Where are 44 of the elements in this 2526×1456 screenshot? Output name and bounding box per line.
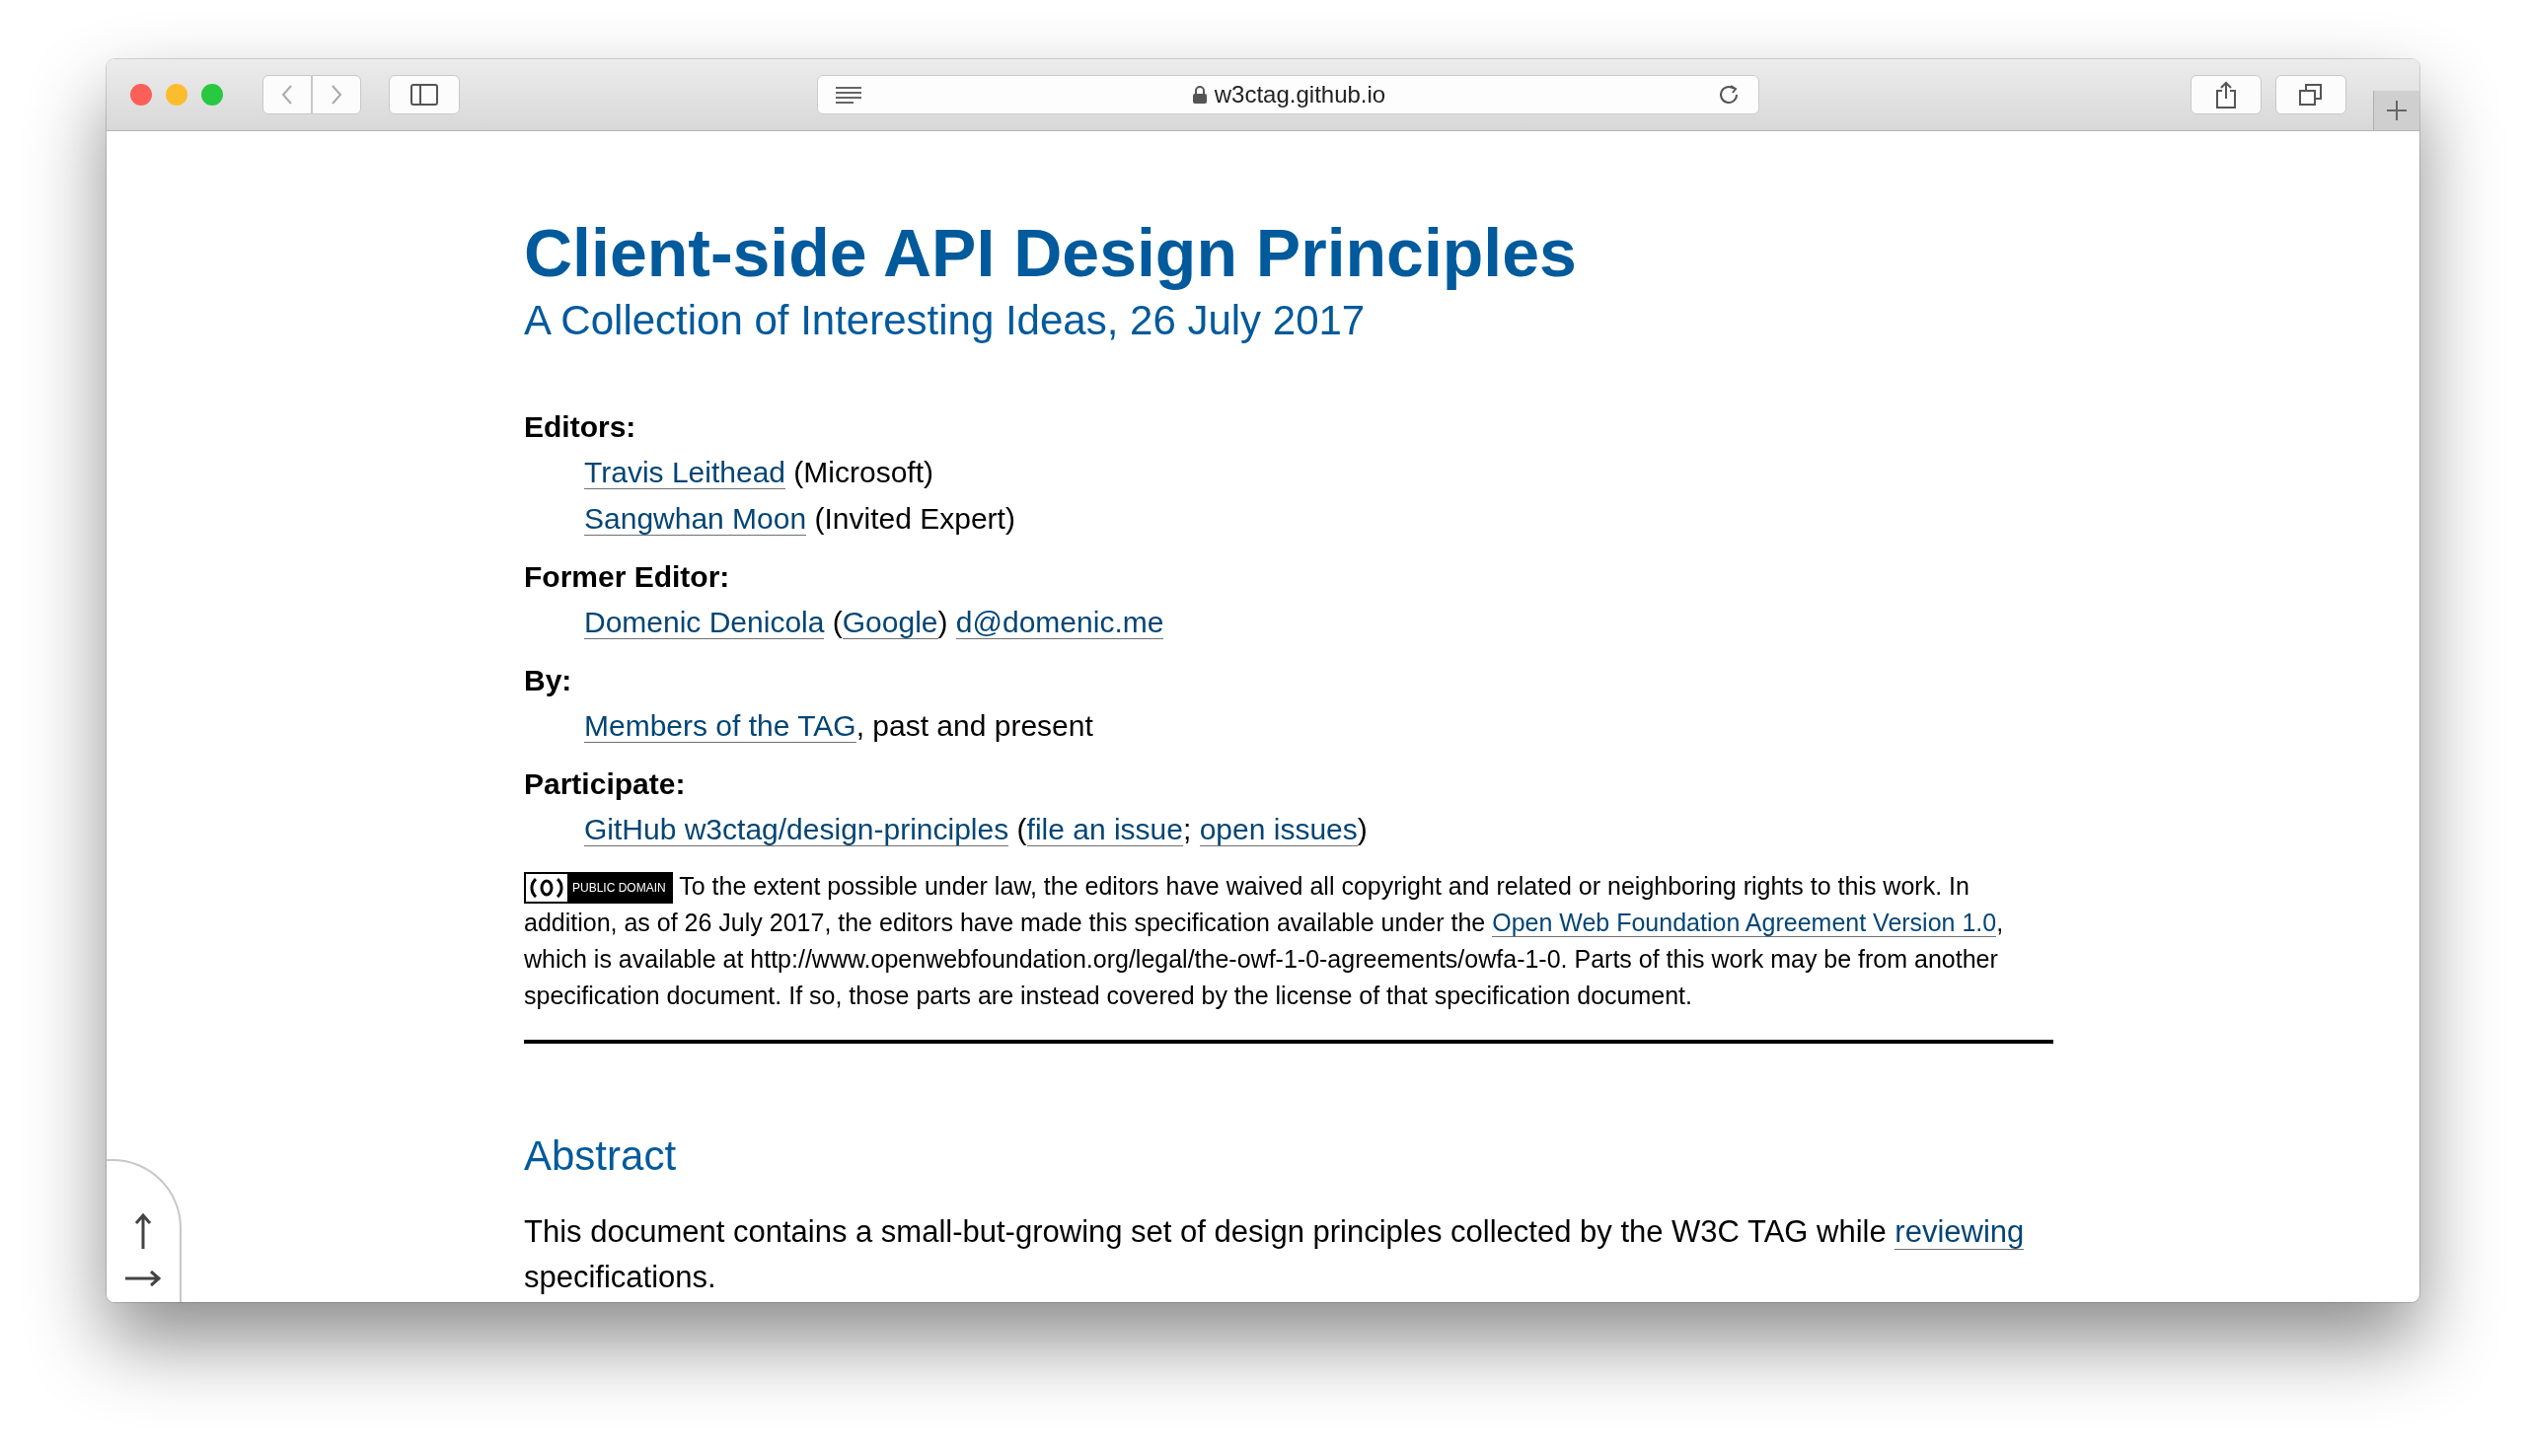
sidebar-button[interactable] xyxy=(389,75,460,114)
link[interactable]: reviewing xyxy=(1894,1214,2025,1251)
up-arrow-icon[interactable] xyxy=(133,1213,153,1249)
chevron-right-icon xyxy=(330,84,343,106)
link[interactable]: Domenic Denicola xyxy=(584,606,825,640)
license-paragraph: PUBLIC DOMAIN To the extent possible under law, the editors have waived all copyright and related or neighboring rights to this work. In addition, as of 26 July 2017, the editors have made this specification available under the Open Web Foundation Agreement Version 1.0, which is available at http://www.openwebfoundation.org/legal/the-owf-1-0-agreements/owfa-1-0. Parts of this work may be from another specification document. If so, those parts are instead covered by the license of that specification document. xyxy=(524,871,2005,1012)
metadata-label: Former Editor: xyxy=(524,559,731,596)
abstract-paragraph: This document contains a small-but-growing set of design principles collected by the W3C TAG while reviewing specifications. xyxy=(524,1213,2026,1297)
metadata-label: Participate: xyxy=(524,766,687,803)
metadata-entry: GitHub w3ctag/design-principles (file an issue; open issues) xyxy=(584,812,1369,849)
link[interactable]: file an issue xyxy=(1026,813,1183,847)
metadata-entry: Domenic Denicola (Google) d@domenic.me xyxy=(584,605,1165,642)
public-domain-badge[interactable]: PUBLIC DOMAIN xyxy=(524,872,673,905)
page-title: Client-side API Design Principles xyxy=(524,214,1578,292)
tabs-button[interactable] xyxy=(2275,75,2346,114)
reader-icon[interactable] xyxy=(836,86,861,104)
right-arrow-icon[interactable] xyxy=(125,1269,161,1288)
link[interactable]: Travis Leithead xyxy=(584,456,785,490)
section-heading: Abstract xyxy=(524,1132,678,1181)
reload-icon[interactable] xyxy=(1717,83,1741,107)
new-tab-button[interactable] xyxy=(2373,91,2419,130)
metadata-label: Editors: xyxy=(524,409,637,446)
metadata-entry: Members of the TAG, past and present xyxy=(584,708,1094,746)
share-icon xyxy=(2215,81,2237,109)
link[interactable]: open issues xyxy=(1199,813,1358,847)
share-button[interactable] xyxy=(2191,75,2262,114)
metadata-entry: Travis Leithead (Microsoft) xyxy=(584,455,934,492)
metadata-label: By: xyxy=(524,663,573,699)
page-subtitle: A Collection of Interesting Ideas, 26 July 2017 xyxy=(524,297,1367,345)
tabs-icon xyxy=(2298,83,2324,107)
plus-icon xyxy=(2386,100,2408,121)
lock-icon xyxy=(1192,86,1207,104)
link[interactable]: Open Web Foundation Agreement Version 1.0 xyxy=(1492,909,1997,938)
chevron-left-icon xyxy=(280,84,294,106)
link[interactable]: Google xyxy=(842,606,938,640)
url-text: w3ctag.github.io xyxy=(1214,81,1386,109)
sidebar-icon xyxy=(410,84,438,106)
link[interactable]: GitHub w3ctag/design-principles xyxy=(584,813,1009,847)
link[interactable]: d@domenic.me xyxy=(955,606,1164,640)
zero-icon xyxy=(530,877,563,900)
metadata-entry: Sangwhan Moon (Invited Expert) xyxy=(584,501,1016,539)
address-bar[interactable]: w3ctag.github.io xyxy=(817,75,1759,114)
link[interactable]: Members of the TAG xyxy=(584,709,856,744)
link[interactable]: Sangwhan Moon xyxy=(584,502,807,537)
